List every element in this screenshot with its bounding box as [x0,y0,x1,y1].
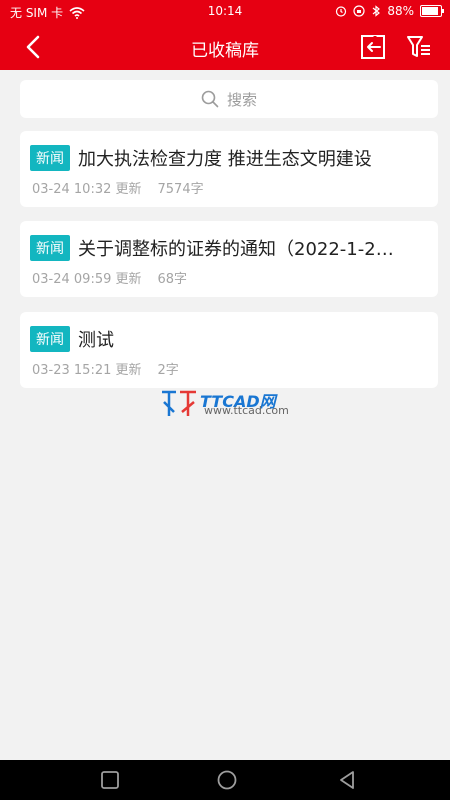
list-item-title: 加大执法检查力度 推进生态文明建设 [78,149,372,170]
list-item-title: 关于调整标的证券的通知（2022-1-2… [78,239,394,260]
list-item[interactable]: 新闻 加大执法检查力度 推进生态文明建设 03-24 10:32 更新 7574字 [20,131,438,207]
update-time: 03-24 09:59 更新 [32,272,142,287]
recents-square-icon[interactable] [100,770,120,790]
top-bar: 无 SIM 卡 10:14 88% 已收稿库 [0,0,450,70]
list-item-meta: 03-23 15:21 更新 2字 [32,359,179,378]
word-count: 68字 [157,272,188,287]
category-tag: 新闻 [30,235,70,261]
category-tag: 新闻 [30,326,70,352]
list-item-header: 新闻 加大执法检查力度 推进生态文明建设 [30,144,424,172]
filter-icon[interactable] [406,34,432,60]
import-icon[interactable] [360,34,386,60]
battery-icon [420,5,444,17]
search-icon [201,90,219,108]
list-item-meta: 03-24 09:59 更新 68字 [32,268,187,287]
home-circle-icon[interactable] [217,770,237,790]
battery-fill [422,7,438,15]
word-count: 7574字 [157,182,204,197]
list-item-header: 新闻 关于调整标的证券的通知（2022-1-2… [30,234,424,262]
search-input[interactable]: 搜索 [20,80,438,118]
status-right: 88% [335,4,444,18]
list-item-meta: 03-24 10:32 更新 7574字 [32,178,204,197]
update-time: 03-23 15:21 更新 [32,363,142,378]
app-header: 已收稿库 [0,24,450,70]
system-nav-bar [0,760,450,800]
watermark-logo-icon [162,390,196,416]
bluetooth-icon [372,5,381,17]
watermark: TTCAD网 www.ttcad.com [160,388,300,418]
list-item[interactable]: 新闻 关于调整标的证券的通知（2022-1-2… 03-24 09:59 更新 6… [20,221,438,297]
watermark-url: www.ttcad.com [204,404,289,417]
category-tag: 新闻 [30,145,70,171]
status-bar: 无 SIM 卡 10:14 88% [0,0,450,24]
word-count: 2字 [157,363,179,378]
update-time: 03-24 10:32 更新 [32,182,142,197]
list-item[interactable]: 新闻 测试 03-23 15:21 更新 2字 [20,312,438,388]
list-item-title: 测试 [78,330,114,351]
alarm-icon [336,6,347,17]
search-placeholder: 搜索 [226,90,257,109]
list-item-header: 新闻 测试 [30,325,424,353]
lock-rotation-icon [353,5,365,17]
battery-percent: 88% [387,4,414,18]
back-triangle-icon[interactable] [337,770,357,790]
